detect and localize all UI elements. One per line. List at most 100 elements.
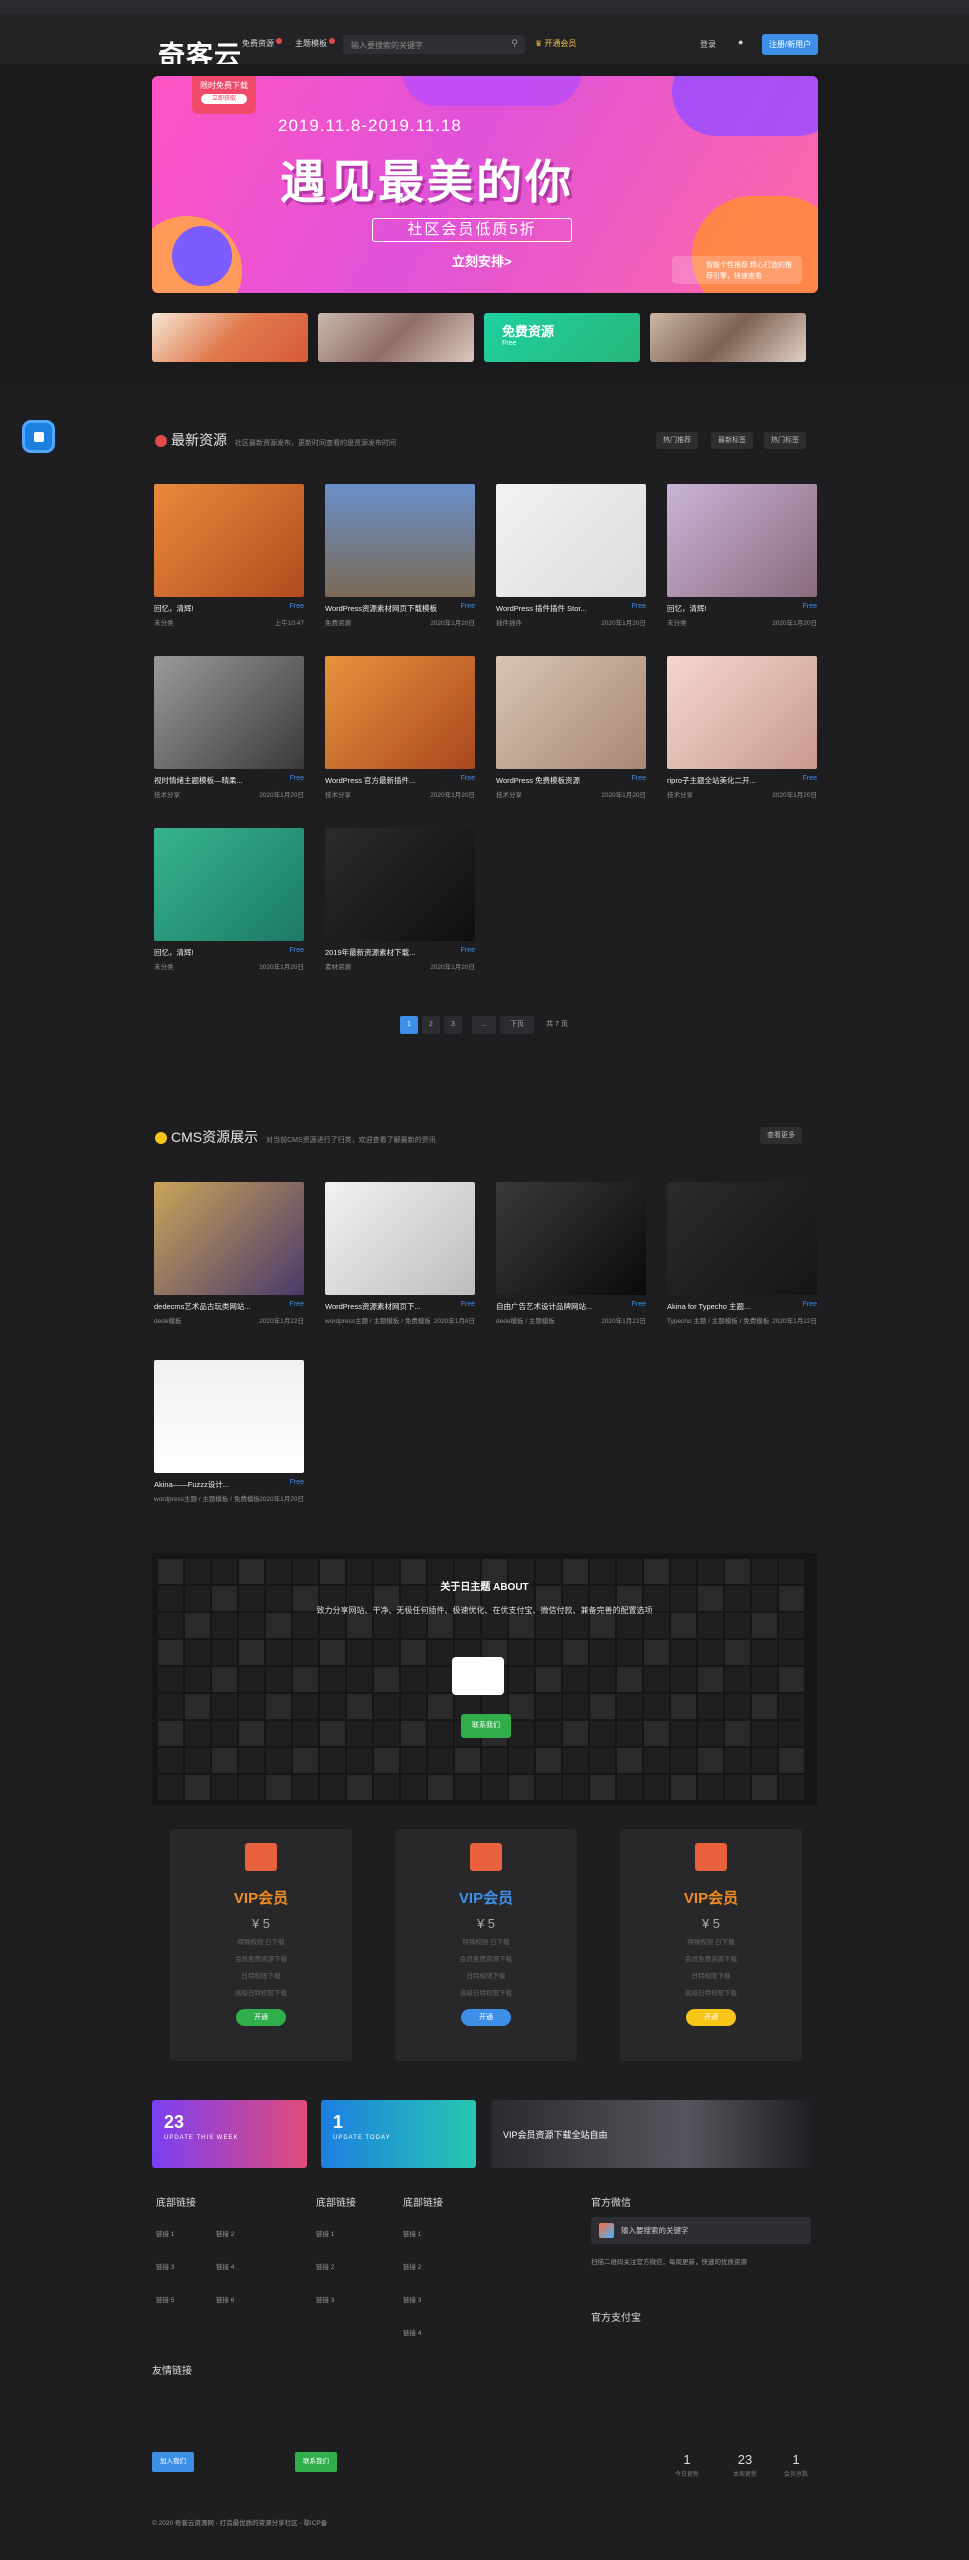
- resource-card[interactable]: ripro子主题全站美化二开... Free 技术分享 2020年1月20日: [667, 656, 817, 799]
- card-image[interactable]: [667, 1182, 817, 1295]
- footer-link[interactable]: 链接 2: [216, 2228, 234, 2238]
- page-3[interactable]: 3: [444, 1016, 462, 1034]
- card-title[interactable]: 2019年最新资源素材下载... Free: [325, 947, 475, 958]
- feature-thumb[interactable]: [152, 313, 308, 362]
- card-image[interactable]: [154, 1360, 304, 1473]
- card-title[interactable]: ripro子主题全站美化二开... Free: [667, 775, 817, 786]
- footer-link[interactable]: 链接 4: [216, 2261, 234, 2271]
- footer-link[interactable]: 链接 2: [316, 2261, 334, 2271]
- copyright: © 2020 奇客云资源网 - 打造最优质的资源分享社区 - 鄂ICP备: [152, 2520, 328, 2527]
- card-title[interactable]: dedecms艺术品古玩类网站... Free: [154, 1301, 304, 1312]
- card-image[interactable]: [154, 828, 304, 941]
- card-image[interactable]: [154, 484, 304, 597]
- vip-open-button[interactable]: 开通: [236, 2009, 286, 2026]
- card-title[interactable]: Akina for Typecho 主题... Free: [667, 1301, 817, 1312]
- card-image[interactable]: [325, 828, 475, 941]
- resource-card[interactable]: 回忆，清辉! Free 未分类 2020年1月20日: [154, 828, 304, 971]
- card-title[interactable]: WordPress 免费模板资源 Free: [496, 775, 646, 786]
- vip-price: ¥ 5: [476, 1916, 496, 1931]
- chip-more[interactable]: 查看更多: [760, 1127, 802, 1144]
- banner-tag[interactable]: 限时免费下载 立即获取: [192, 76, 256, 114]
- page-next[interactable]: 下页: [500, 1016, 534, 1034]
- footer-link[interactable]: 链接 3: [316, 2294, 334, 2304]
- chip-hot-tags[interactable]: 热门标签: [764, 432, 806, 449]
- resource-card[interactable]: WordPress 官方最新插件... Free 技术分享 2020年1月20日: [325, 656, 475, 799]
- search-icon[interactable]: ⚲: [511, 38, 518, 49]
- footer-link[interactable]: 链接 6: [216, 2294, 234, 2304]
- banner-promo[interactable]: 智能个性推荐 精心打造的推荐引擎，快速查看: [672, 256, 802, 284]
- resource-card[interactable]: WordPress资源素材网页下... Free wordpress主题 / 主题模…: [325, 1182, 475, 1325]
- card-image[interactable]: [667, 656, 817, 769]
- resource-card[interactable]: WordPress 插件插件 Stor... Free 插件插件 2020年1月20日: [496, 484, 646, 627]
- card-image[interactable]: [325, 484, 475, 597]
- resource-card[interactable]: Akina——Fuzzz设计... Free wordpress主题 / 主题模板 …: [154, 1360, 304, 1503]
- vip-open-button[interactable]: 开通: [686, 2009, 736, 2026]
- footer-link[interactable]: 链接 1: [403, 2228, 421, 2238]
- ad-vip[interactable]: VIP会员资源下载全站自由: [491, 2100, 817, 2168]
- card-title[interactable]: 视时情绪主题模板—晴柔... Free: [154, 775, 304, 786]
- ad-weekly[interactable]: 23 UPDATE THIS WEEK: [152, 2100, 307, 2168]
- footer-link[interactable]: 链接 3: [156, 2261, 174, 2271]
- contact-button[interactable]: 联系我们: [461, 1714, 511, 1738]
- search-input[interactable]: 输入要搜索的关键字 ⚲: [343, 35, 525, 54]
- chat-float-button[interactable]: [22, 420, 55, 453]
- ad-today[interactable]: 1 UPDATE TODAY: [321, 2100, 476, 2168]
- footer-link[interactable]: 链接 5: [156, 2294, 174, 2304]
- resource-card[interactable]: 回忆，清辉! Free 未分类 上午10:47: [154, 484, 304, 627]
- card-image[interactable]: [667, 484, 817, 597]
- card-image[interactable]: [154, 1182, 304, 1295]
- footer-link[interactable]: 链接 4: [403, 2327, 421, 2337]
- card-title[interactable]: 自由广告艺术设计品牌网站... Free: [496, 1301, 646, 1312]
- feature-thumb[interactable]: [650, 313, 806, 362]
- avatar-tile: [401, 1694, 426, 1719]
- card-image[interactable]: [496, 484, 646, 597]
- card-image[interactable]: [496, 656, 646, 769]
- card-title[interactable]: 回忆，清辉! Free: [154, 603, 304, 614]
- resource-card[interactable]: dedecms艺术品古玩类网站... Free dede模板 2020年1月22日: [154, 1182, 304, 1325]
- resource-card[interactable]: WordPress资源素材网页下载模板 Free 免费资源 2020年1月20日: [325, 484, 475, 627]
- resource-card[interactable]: 自由广告艺术设计品牌网站... Free dede模板 / 主题模板 2020年1月2…: [496, 1182, 646, 1325]
- footer-link[interactable]: 链接 2: [403, 2261, 421, 2271]
- card-meta: wordpress主题 / 主题模板 / 免费模板 2020年1月20日: [154, 1496, 304, 1503]
- hero-banner[interactable]: 限时免费下载 立即获取 2019.11.8-2019.11.18 遇见最美的你 社…: [152, 76, 818, 293]
- card-title[interactable]: WordPress 官方最新插件... Free: [325, 775, 475, 786]
- card-title[interactable]: 回忆，清辉! Free: [154, 947, 304, 958]
- chip-latest-tags[interactable]: 最新标签: [711, 432, 753, 449]
- card-title[interactable]: WordPress资源素材网页下载模板 Free: [325, 603, 475, 614]
- card-image[interactable]: [325, 656, 475, 769]
- feature-thumb[interactable]: [318, 313, 474, 362]
- resource-card[interactable]: 2019年最新资源素材下载... Free 素材资源 2020年1月20日: [325, 828, 475, 971]
- card-title[interactable]: 回忆，清辉! Free: [667, 603, 817, 614]
- card-image[interactable]: [325, 1182, 475, 1295]
- footer-link[interactable]: 链接 3: [403, 2294, 421, 2304]
- wechat-search[interactable]: 输入要搜索的关键字: [591, 2217, 811, 2244]
- banner-cta[interactable]: 立刻安排>: [452, 251, 512, 270]
- footer-col1-title: 底部链接: [156, 2198, 196, 2209]
- vip-open-button[interactable]: 开通: [461, 2009, 511, 2026]
- banner-headline: 遇见最美的你: [280, 156, 574, 208]
- friends-title: 友情链接: [152, 2366, 192, 2377]
- card-title[interactable]: WordPress 插件插件 Stor... Free: [496, 603, 646, 614]
- contact-us-button[interactable]: 联系我们: [295, 2452, 337, 2472]
- card-image[interactable]: [154, 656, 304, 769]
- footer-link[interactable]: 链接 1: [316, 2228, 334, 2238]
- resource-card[interactable]: 视时情绪主题模板—晴柔... Free 技术分享 2020年1月20日: [154, 656, 304, 799]
- footer-link[interactable]: 链接 1: [156, 2228, 174, 2238]
- resource-card[interactable]: WordPress 免费模板资源 Free 技术分享 2020年1月20日: [496, 656, 646, 799]
- chip-hot[interactable]: 热门推荐: [656, 432, 698, 449]
- resource-card[interactable]: 回忆，清辉! Free 未分类 2020年1月20日: [667, 484, 817, 627]
- vip-link[interactable]: ♛ 开通会员: [535, 38, 576, 49]
- page-1[interactable]: 1: [400, 1016, 418, 1034]
- resource-card[interactable]: Akina for Typecho 主题... Free Typecho 主题 / …: [667, 1182, 817, 1325]
- join-button[interactable]: 加入我们: [152, 2452, 194, 2472]
- card-image[interactable]: [496, 1182, 646, 1295]
- nav-item-themes[interactable]: 主题模板: [295, 38, 335, 49]
- nav-item-free[interactable]: 免费资源: [242, 38, 282, 49]
- card-title[interactable]: WordPress资源素材网页下... Free: [325, 1301, 475, 1312]
- bell-icon[interactable]: ●: [738, 37, 743, 47]
- feature-thumb-free[interactable]: 免费资源 Free: [484, 313, 640, 362]
- card-title[interactable]: Akina——Fuzzz设计... Free: [154, 1479, 304, 1490]
- login-link[interactable]: 登录: [700, 39, 716, 50]
- register-button[interactable]: 注册/新用户: [762, 34, 818, 55]
- page-2[interactable]: 2: [422, 1016, 440, 1034]
